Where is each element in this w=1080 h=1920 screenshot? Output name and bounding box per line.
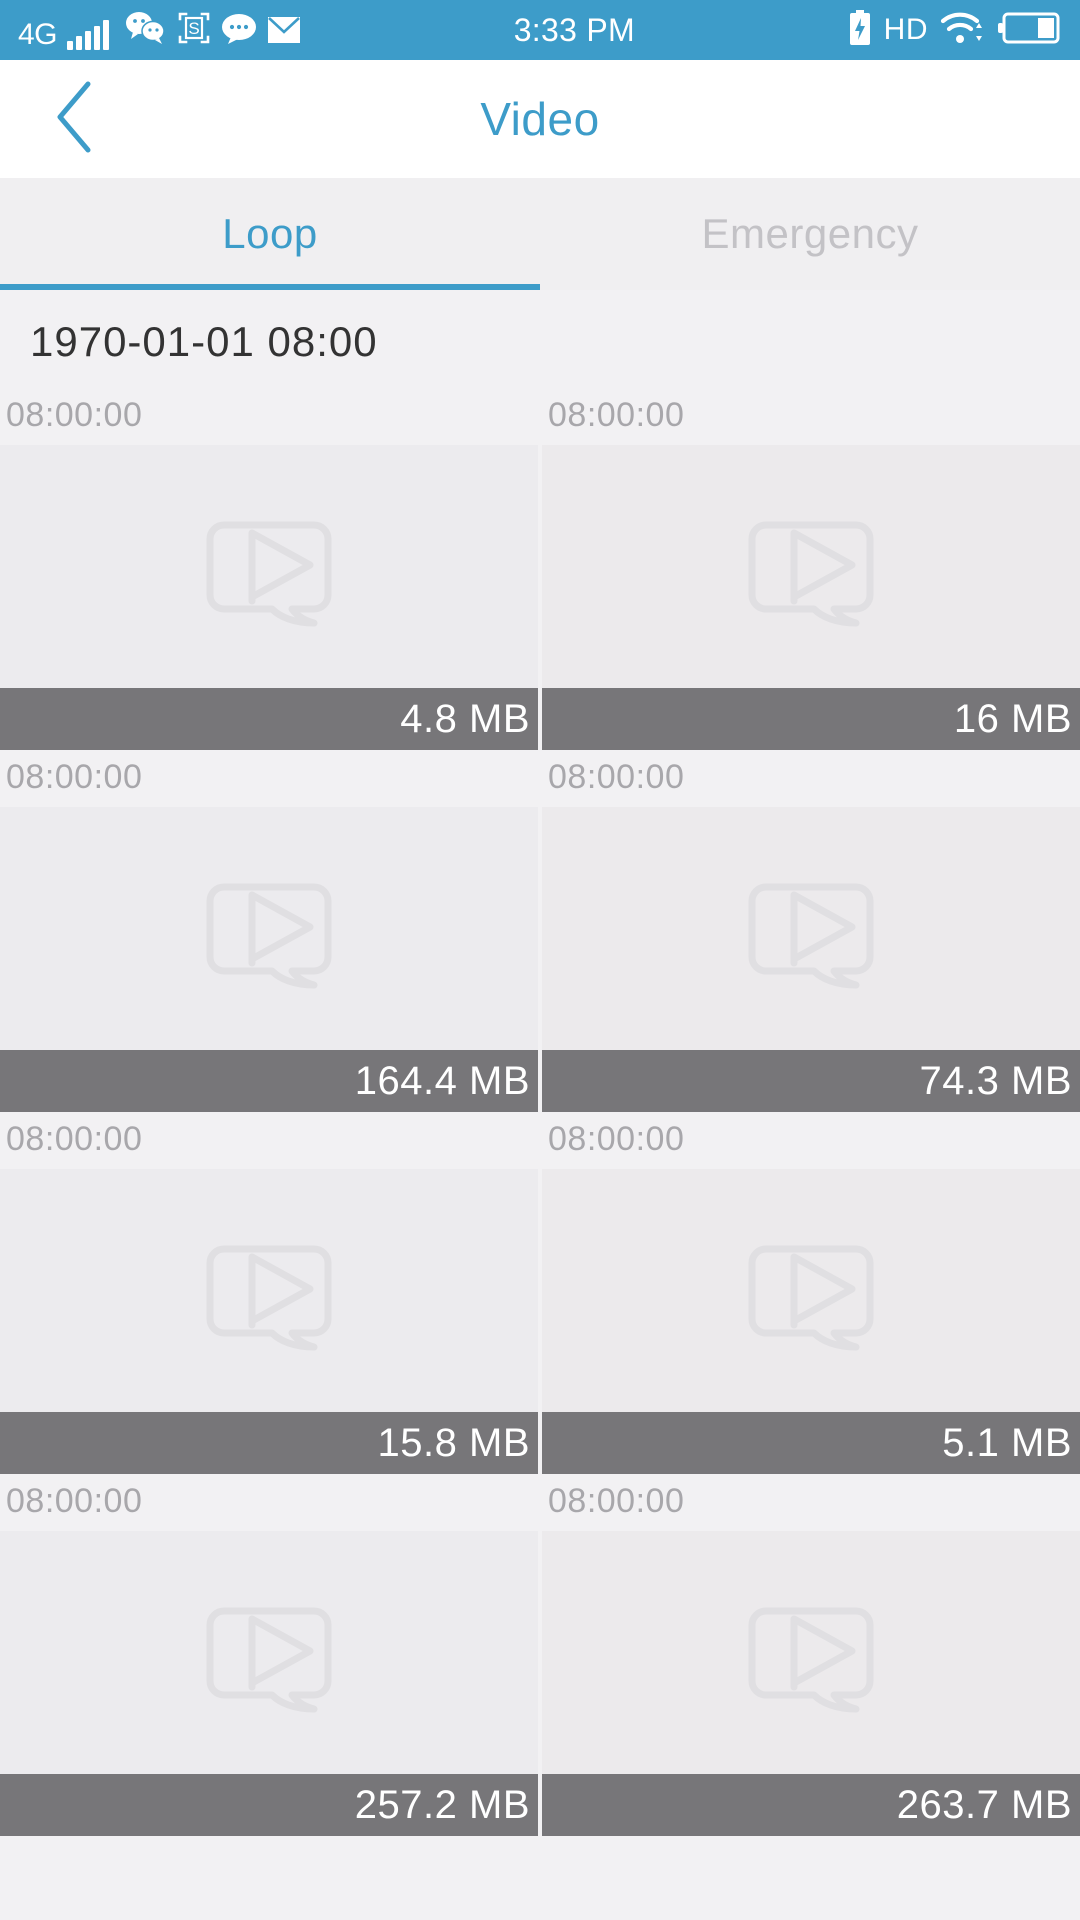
video-play-placeholder-icon [736,1575,886,1730]
video-item[interactable]: 08:00:00 4.8 MB [0,388,538,750]
video-timestamp: 08:00:00 [548,758,685,796]
video-item[interactable]: 08:00:00 74.3 MB [542,750,1080,1112]
battery-icon [996,11,1062,50]
mail-icon [267,15,301,50]
video-play-placeholder-icon [736,851,886,1006]
page-title: Video [480,93,600,145]
video-size-label: 263.7 MB [542,1774,1080,1836]
navigation-bar: Video [0,60,1080,178]
screenshot-s-icon: S [177,11,211,50]
video-timestamp: 08:00:00 [548,1482,685,1520]
video-thumbnail[interactable] [542,1531,1080,1774]
video-play-placeholder-icon [194,851,344,1006]
video-size-label: 15.8 MB [0,1412,538,1474]
video-item[interactable]: 08:00:00 16 MB [542,388,1080,750]
video-thumbnail[interactable] [0,807,538,1050]
video-size-label: 164.4 MB [0,1050,538,1112]
video-size-label: 257.2 MB [0,1774,538,1836]
video-play-placeholder-icon [194,1575,344,1730]
video-thumbnail[interactable] [0,445,538,688]
wifi-icon [940,10,984,51]
tab-active-indicator [0,284,540,290]
video-item[interactable]: 08:00:00 164.4 MB [0,750,538,1112]
video-grid: 08:00:00 4.8 MB 08:00:00 16 MB 08:00:00 [0,388,1080,1836]
video-thumbnail[interactable] [0,1531,538,1774]
video-timestamp: 08:00:00 [6,1120,143,1158]
video-timestamp: 08:00:00 [6,758,143,796]
video-thumbnail[interactable] [542,445,1080,688]
video-item[interactable]: 08:00:00 263.7 MB [542,1474,1080,1836]
video-timestamp: 08:00:00 [6,396,143,434]
video-item[interactable]: 08:00:00 5.1 MB [542,1112,1080,1474]
video-timestamp: 08:00:00 [548,1120,685,1158]
chevron-left-icon [50,79,100,160]
status-bar-left-group: 4G S [18,11,301,50]
video-play-placeholder-icon [736,489,886,644]
video-size-label: 4.8 MB [0,688,538,750]
tab-loop[interactable]: Loop [0,178,540,290]
video-play-placeholder-icon [194,1213,344,1368]
status-bar-center-group: 3:33 PM [301,14,848,46]
video-timestamp: 08:00:00 [6,1482,143,1520]
wechat-icon [125,11,167,50]
hd-label: HD [883,13,928,46]
signal-bars-icon [67,19,110,50]
network-type-label: 4G [18,17,58,51]
video-thumbnail[interactable] [542,1169,1080,1412]
video-size-label: 5.1 MB [542,1412,1080,1474]
video-thumbnail[interactable] [542,807,1080,1050]
video-list-container[interactable]: 1970-01-01 08:00 08:00:00 4.8 MB 08:00:0… [0,290,1080,1920]
tab-bar: Loop Emergency [0,178,1080,290]
video-timestamp: 08:00:00 [548,396,685,434]
video-item[interactable]: 08:00:00 15.8 MB [0,1112,538,1474]
video-thumbnail[interactable] [0,1169,538,1412]
tab-emergency[interactable]: Emergency [540,178,1080,290]
video-play-placeholder-icon [736,1213,886,1368]
video-size-label: 16 MB [542,688,1080,750]
status-bar-clock: 3:33 PM [513,12,635,48]
date-header: 1970-01-01 08:00 [30,318,378,365]
svg-text:S: S [188,19,199,38]
video-play-placeholder-icon [194,489,344,644]
back-button[interactable] [40,81,110,154]
video-item[interactable]: 08:00:00 257.2 MB [0,1474,538,1836]
video-size-label: 74.3 MB [542,1050,1080,1112]
chat-bubble-icon [221,13,257,50]
status-bar: 4G S 3:33 PM HD [0,0,1080,60]
battery-charging-icon [848,9,872,51]
status-bar-right-group: HD [848,9,1062,51]
